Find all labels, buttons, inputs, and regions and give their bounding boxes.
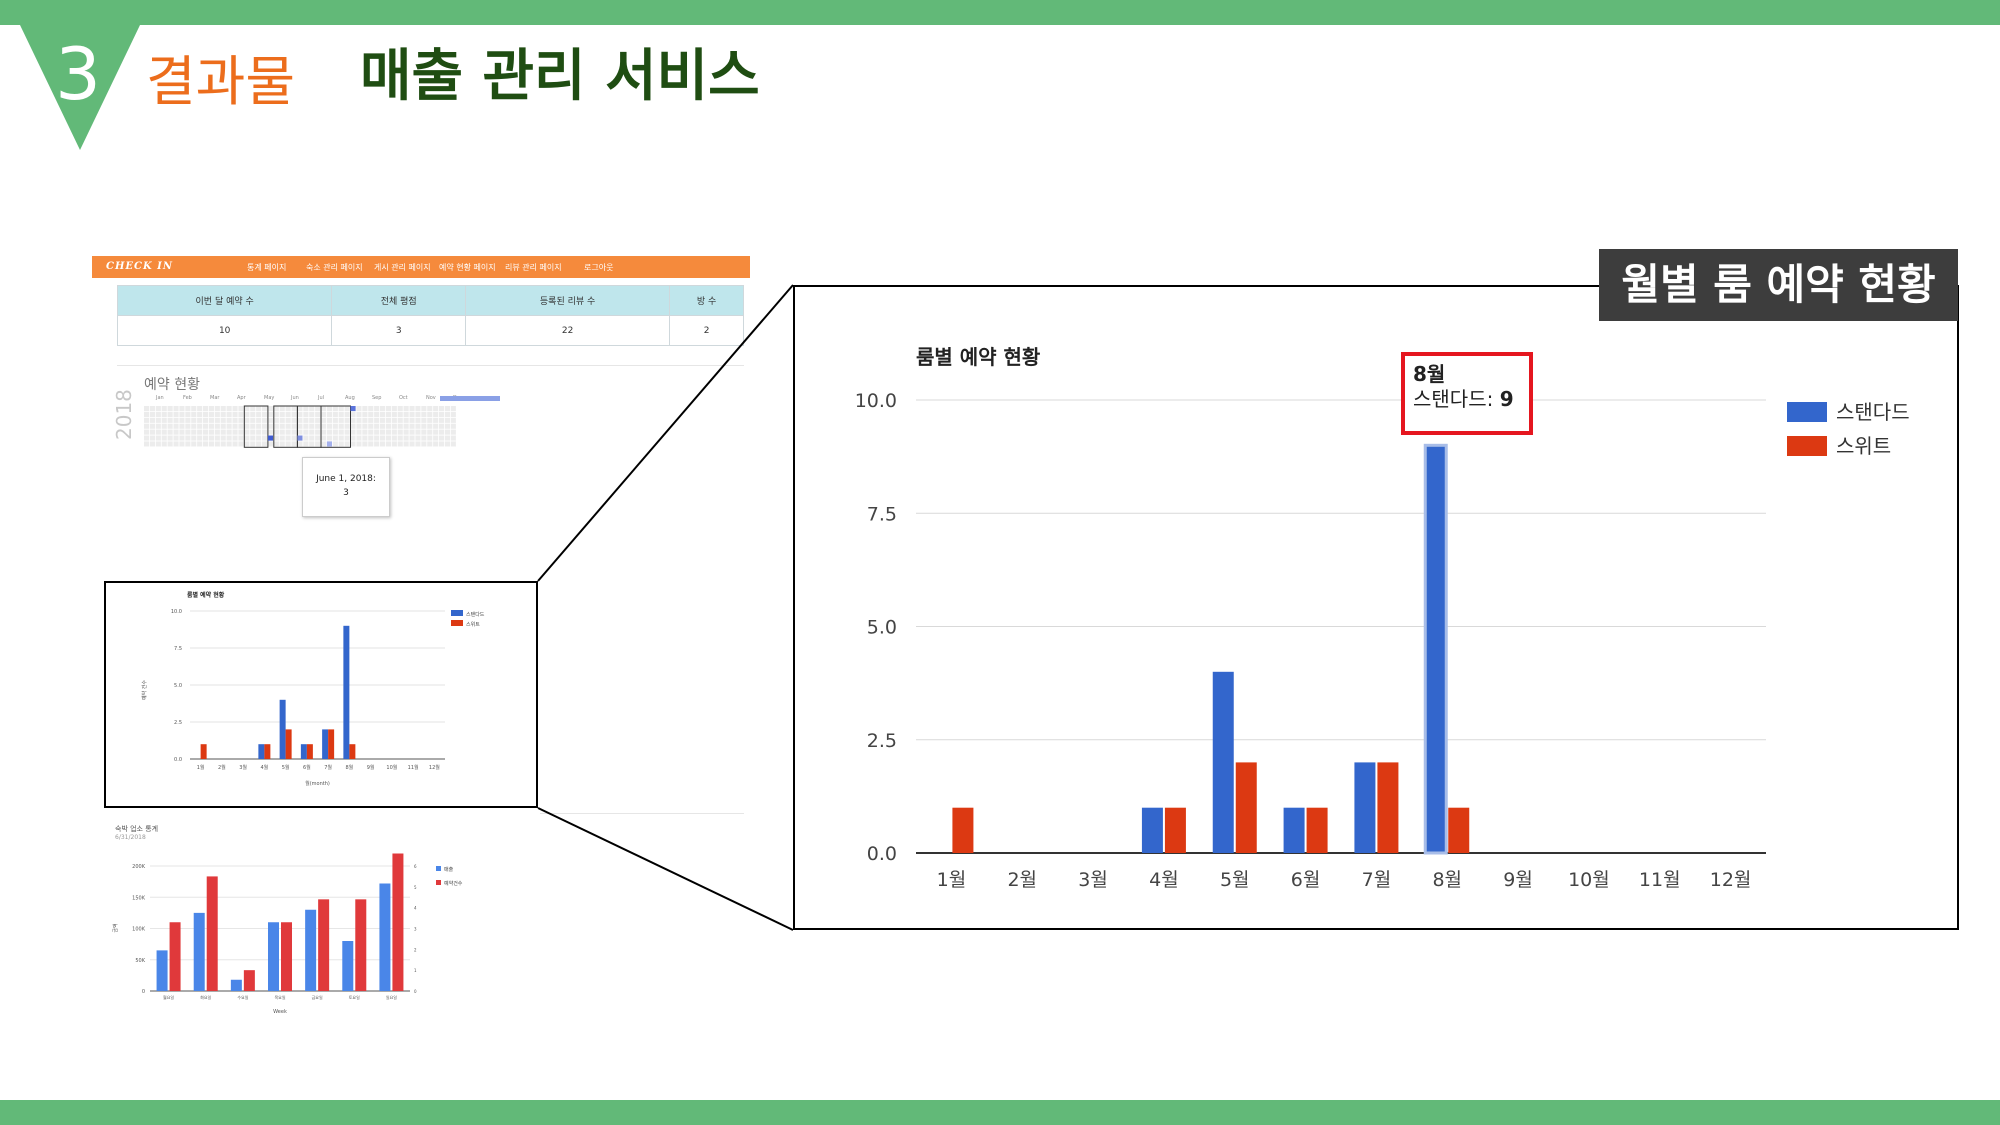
- x-tick-label: 6월: [1291, 869, 1321, 891]
- y-tick-label: 7.5: [867, 503, 897, 525]
- tooltip-value: 9: [1499, 387, 1514, 411]
- bar: [1212, 671, 1234, 853]
- bar-highlighted: [1423, 443, 1448, 855]
- bar: [1306, 807, 1328, 853]
- x-tick-label: 7월: [1362, 869, 1392, 891]
- y-tick-label: 0.0: [867, 843, 897, 865]
- y-tick-label: 5.0: [867, 617, 897, 639]
- overlay-label: 월별 룸 예약 현황: [1599, 249, 1958, 321]
- room-reservation-bar-chart[interactable]: 룸별 예약 현황 0.0 2.5 5.0 7.5 10.0 1월 2월 3월 4월 5월 6월 7월 8월…: [795, 287, 1957, 928]
- x-tick-label: 4월: [1149, 869, 1179, 891]
- tooltip-month: 8월: [1413, 362, 1446, 386]
- x-tick-label: 5월: [1220, 869, 1250, 891]
- tooltip-value-line: 스탠다드: 9: [1413, 387, 1514, 411]
- tooltip-series: 스탠다드: [1413, 387, 1487, 411]
- legend-label: 스위트: [1836, 434, 1891, 458]
- y-tick-label: 2.5: [867, 730, 897, 752]
- legend-swatch: [1787, 402, 1827, 422]
- x-tick-label: 8월: [1432, 869, 1462, 891]
- y-tick-label: 10.0: [855, 390, 897, 412]
- bar: [1283, 807, 1305, 853]
- bar-tooltip: 8월 스탠다드: 9: [1401, 352, 1533, 435]
- bar: [952, 807, 974, 853]
- x-tick-label: 3월: [1078, 869, 1108, 891]
- x-tick-label: 1월: [937, 869, 967, 891]
- x-tick-label: 10월: [1568, 869, 1610, 891]
- bar: [1448, 807, 1470, 853]
- x-tick-label: 12월: [1710, 869, 1752, 891]
- legend-label: 스탠다드: [1836, 400, 1910, 424]
- bar: [1354, 762, 1376, 853]
- legend-swatch: [1787, 436, 1827, 456]
- chart-title: 룸별 예약 현황: [916, 345, 1041, 369]
- bar: [1164, 807, 1186, 853]
- x-tick-label: 2월: [1007, 869, 1037, 891]
- bar: [1141, 807, 1163, 853]
- bar: [1377, 762, 1399, 853]
- x-tick-label: 9월: [1503, 869, 1533, 891]
- bar: [1235, 762, 1257, 853]
- x-tick-label: 11월: [1639, 869, 1681, 891]
- room-reservation-chart-panel: 룸별 예약 현황 0.0 2.5 5.0 7.5 10.0 1월 2월 3월 4월 5월 6월 7월 8월…: [793, 285, 1959, 930]
